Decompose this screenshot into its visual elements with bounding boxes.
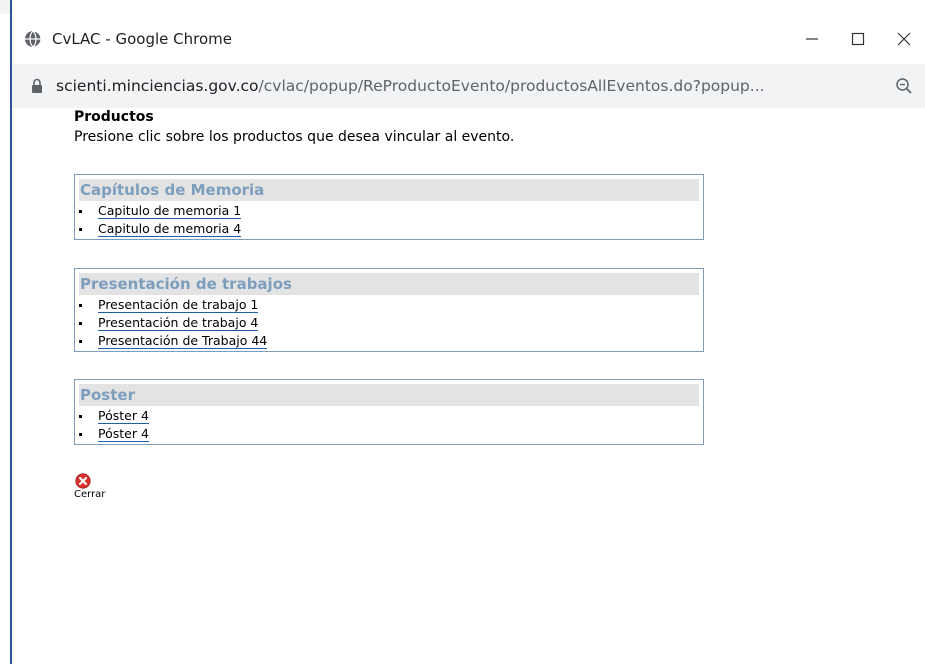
product-link[interactable]: Presentación de Trabajo 44 bbox=[98, 333, 268, 349]
lock-icon[interactable] bbox=[30, 78, 44, 94]
bullet bbox=[79, 340, 82, 343]
product-list: Póster 4 Póster 4 bbox=[75, 406, 703, 444]
list-item: Presentación de trabajo 1 bbox=[75, 296, 703, 314]
close-button[interactable]: Cerrar bbox=[74, 473, 114, 500]
minimize-button[interactable] bbox=[789, 14, 835, 64]
list-item: Presentación de trabajo 4 bbox=[75, 314, 703, 332]
page-title: Productos bbox=[74, 109, 154, 125]
list-item: Capitulo de memoria 4 bbox=[75, 220, 703, 238]
bullet bbox=[79, 228, 82, 231]
bullet bbox=[79, 322, 82, 325]
list-item: Presentación de Trabajo 44 bbox=[75, 332, 703, 350]
section-capitulos-memoria: Capítulos de Memoria Capitulo de memoria… bbox=[74, 174, 704, 240]
product-list: Capitulo de memoria 1 Capitulo de memori… bbox=[75, 201, 703, 239]
title-bar[interactable]: CvLAC - Google Chrome bbox=[12, 14, 925, 64]
bullet bbox=[79, 415, 82, 418]
url-text[interactable]: scienti.minciencias.gov.co/cvlac/popup/R… bbox=[56, 77, 871, 95]
list-item: Póster 4 bbox=[75, 425, 703, 443]
address-bar[interactable]: scienti.minciencias.gov.co/cvlac/popup/R… bbox=[12, 64, 925, 108]
bullet bbox=[79, 304, 82, 307]
product-link[interactable]: Capitulo de memoria 1 bbox=[98, 203, 242, 219]
window-controls bbox=[789, 14, 925, 64]
product-link[interactable]: Póster 4 bbox=[98, 426, 149, 442]
bullet bbox=[79, 433, 82, 436]
page-content: Productos Presione clic sobre los produc… bbox=[74, 108, 924, 500]
close-window-button[interactable] bbox=[881, 14, 925, 64]
product-link[interactable]: Póster 4 bbox=[98, 408, 149, 424]
popup-window: CvLAC - Google Chrome scienti.minciencia… bbox=[10, 0, 925, 664]
window-title: CvLAC - Google Chrome bbox=[52, 30, 232, 48]
product-link[interactable]: Capitulo de memoria 4 bbox=[98, 221, 242, 237]
zoom-out-icon[interactable] bbox=[895, 77, 913, 95]
product-link[interactable]: Presentación de trabajo 4 bbox=[98, 315, 259, 331]
instruction-text: Presione clic sobre los productos que de… bbox=[74, 129, 515, 145]
close-x-icon[interactable] bbox=[75, 473, 91, 489]
maximize-button[interactable] bbox=[835, 14, 881, 64]
list-item: Capitulo de memoria 1 bbox=[75, 202, 703, 220]
list-item: Póster 4 bbox=[75, 407, 703, 425]
url-host: scienti.minciencias.gov.co bbox=[56, 77, 259, 95]
section-title: Presentación de trabajos bbox=[79, 273, 699, 295]
section-title: Capítulos de Memoria bbox=[79, 179, 699, 201]
section-presentacion-trabajos: Presentación de trabajos Presentación de… bbox=[74, 268, 704, 352]
section-poster: Poster Póster 4 Póster 4 bbox=[74, 379, 704, 445]
product-link[interactable]: Presentación de trabajo 1 bbox=[98, 297, 259, 313]
bullet bbox=[79, 210, 82, 213]
url-path: /cvlac/popup/ReProductoEvento/productosA… bbox=[258, 77, 765, 95]
product-list: Presentación de trabajo 1 Presentación d… bbox=[75, 295, 703, 351]
section-title: Poster bbox=[79, 384, 699, 406]
globe-icon bbox=[24, 30, 42, 48]
close-label[interactable]: Cerrar bbox=[74, 489, 114, 500]
